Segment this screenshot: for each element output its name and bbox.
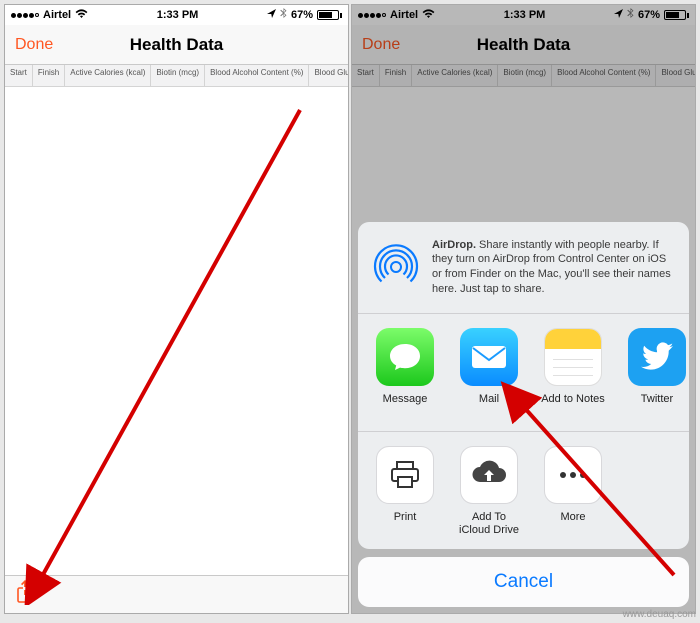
share-app-message[interactable]: Message (368, 328, 442, 419)
signal-dots-icon (11, 13, 39, 18)
table-body-empty (5, 88, 348, 585)
cancel-button[interactable]: Cancel (358, 557, 689, 607)
col-header: Blood Alcohol Content (%) (205, 65, 309, 86)
print-icon (376, 446, 434, 504)
share-icon[interactable] (15, 579, 35, 610)
battery-pct: 67% (291, 9, 313, 21)
action-more[interactable]: More (536, 446, 610, 537)
col-header: Start (5, 65, 33, 86)
col-header: Biotin (mcg) (151, 65, 205, 86)
col-header: Active Calories (kcal) (65, 65, 151, 86)
action-print[interactable]: Print (368, 446, 442, 537)
more-icon (544, 446, 602, 504)
nav-bar: Done Health Data (5, 25, 348, 65)
share-app-twitter[interactable]: Twitter (620, 328, 689, 419)
notes-icon (544, 328, 602, 386)
watermark: www.deuaq.com (623, 609, 696, 620)
share-app-mail[interactable]: Mail (452, 328, 526, 419)
screenshot-left: Airtel 1:33 PM 67% Done Health Data Star… (4, 4, 349, 614)
action-icloud-drive[interactable]: Add To iCloud Drive (452, 446, 526, 537)
wifi-icon (75, 9, 88, 22)
battery-icon (317, 10, 342, 20)
page-title: Health Data (130, 35, 224, 55)
screenshot-right: Airtel 1:33 PM 67% Done Health Data Star… (351, 4, 696, 614)
bluetooth-icon (280, 8, 287, 22)
bottom-toolbar (5, 575, 348, 613)
mail-icon (460, 328, 518, 386)
clock: 1:33 PM (157, 9, 199, 21)
column-headers: Start Finish Active Calories (kcal) Biot… (5, 65, 348, 87)
message-icon (376, 328, 434, 386)
done-button[interactable]: Done (15, 36, 53, 54)
share-actions-row[interactable]: Print Add To iCloud Drive More (358, 432, 689, 549)
share-sheet: AirDrop. Share instantly with people nea… (358, 222, 689, 607)
col-header: Blood Glucose (309, 65, 348, 86)
status-bar: Airtel 1:33 PM 67% (5, 5, 348, 25)
airdrop-section[interactable]: AirDrop. Share instantly with people nea… (358, 222, 689, 313)
carrier-label: Airtel (43, 9, 71, 21)
share-apps-row[interactable]: Message Mail Add to Notes (358, 314, 689, 431)
airdrop-icon (372, 243, 420, 291)
col-header: Finish (33, 65, 65, 86)
cloud-upload-icon (460, 446, 518, 504)
airdrop-text: AirDrop. Share instantly with people nea… (432, 238, 675, 297)
share-app-notes[interactable]: Add to Notes (536, 328, 610, 419)
location-icon (267, 9, 276, 21)
twitter-icon (628, 328, 686, 386)
